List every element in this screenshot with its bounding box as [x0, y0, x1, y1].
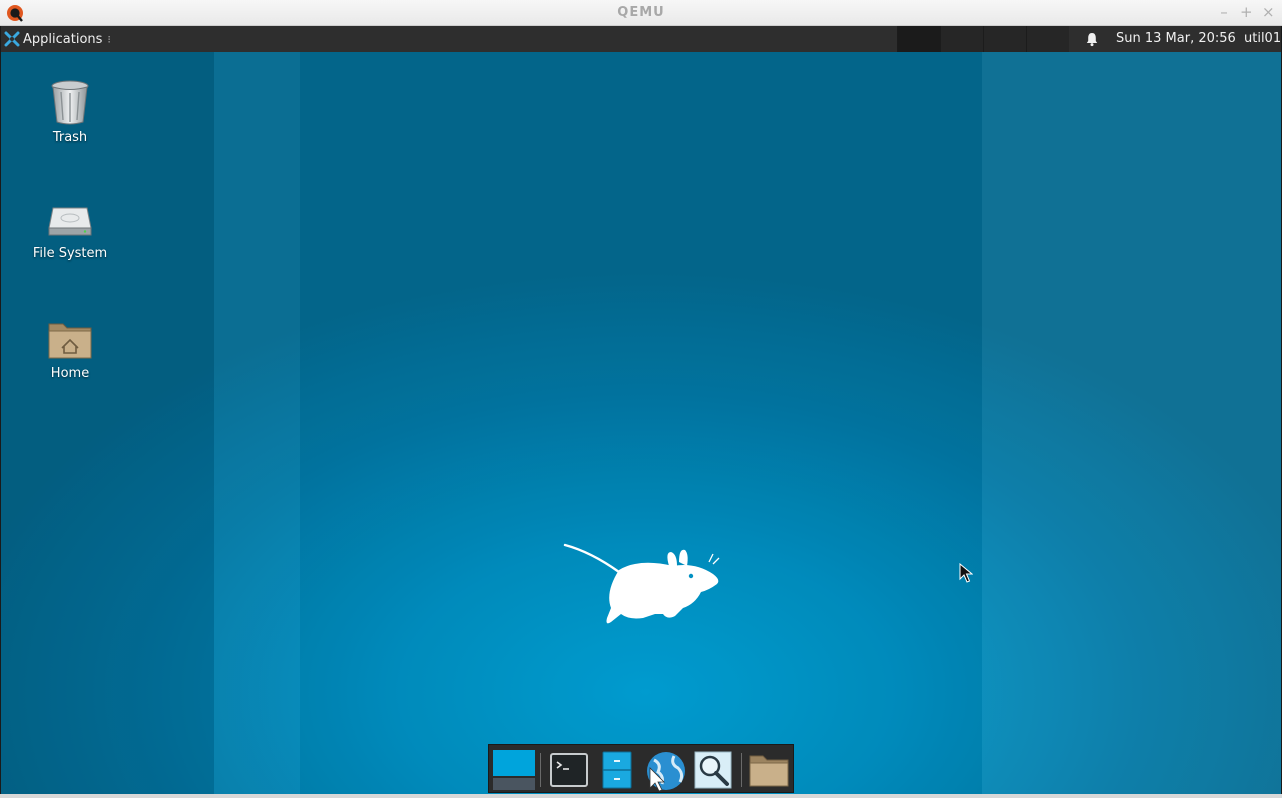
qemu-titlebar: QEMU – + × — [0, 0, 1282, 26]
dock-separator — [741, 753, 742, 787]
workspace-1[interactable] — [897, 26, 940, 52]
workspace-2[interactable] — [940, 26, 983, 52]
workspace-4[interactable] — [1026, 26, 1069, 52]
applications-menu-button[interactable]: Applications ⁝ — [4, 26, 111, 52]
wallpaper-stripe — [300, 52, 982, 794]
user-menu[interactable]: util01 — [1244, 31, 1281, 46]
mouse-pointer-icon — [959, 563, 973, 583]
desktop-icon-trash[interactable]: Trash — [10, 78, 130, 145]
window-title: QEMU — [617, 5, 665, 20]
dock-terminal[interactable] — [549, 750, 589, 790]
folder-icon — [749, 755, 789, 787]
maximize-button[interactable]: + — [1240, 3, 1253, 21]
terminal-icon — [550, 753, 588, 787]
desktop-icon-home[interactable]: Home — [10, 318, 130, 381]
desktop-icon-label: Trash — [52, 130, 88, 145]
close-button[interactable]: × — [1262, 3, 1275, 21]
dock-web-browser[interactable] — [644, 750, 685, 792]
show-desktop-icon — [493, 750, 535, 790]
window-bottom-border — [0, 794, 1282, 798]
desktop[interactable]: Trash File System Home — [1, 52, 1281, 794]
minimize-button[interactable]: – — [1218, 3, 1230, 21]
xfce-logo-icon — [4, 31, 20, 47]
dock-folder[interactable] — [748, 750, 789, 790]
top-panel: Applications ⁝ Sun 13 Mar, 20:56 util01 — [1, 26, 1281, 52]
notification-bell-icon[interactable] — [1084, 31, 1100, 47]
dock-show-desktop[interactable] — [493, 750, 535, 790]
wallpaper-stripe — [214, 52, 300, 794]
desktop-icon-label: File System — [32, 246, 108, 261]
panel-handle-icon: ⁝ — [107, 32, 111, 46]
dock-panel — [488, 744, 794, 793]
desktop-icon-file-system[interactable]: File System — [10, 202, 130, 261]
applications-label: Applications — [23, 31, 103, 47]
wallpaper-stripe — [982, 52, 1281, 794]
desktop-icon-label: Home — [50, 366, 90, 381]
app-finder-icon — [694, 751, 732, 789]
xfce-mouse-logo-icon — [563, 543, 720, 624]
wallpaper-stripe — [1, 52, 214, 794]
dock-separator — [540, 753, 541, 787]
hard-drive-icon — [48, 207, 92, 236]
web-browser-icon — [647, 752, 685, 792]
window-controls: – + × — [1218, 3, 1274, 21]
dock-app-finder[interactable] — [693, 750, 733, 790]
trash-icon — [51, 80, 89, 125]
workspace-switcher — [897, 26, 1069, 52]
file-manager-icon — [602, 751, 632, 789]
dock-file-manager[interactable] — [597, 750, 637, 790]
home-folder-icon — [48, 323, 92, 359]
workspace-3[interactable] — [983, 26, 1026, 52]
clock[interactable]: Sun 13 Mar, 20:56 — [1116, 31, 1236, 46]
